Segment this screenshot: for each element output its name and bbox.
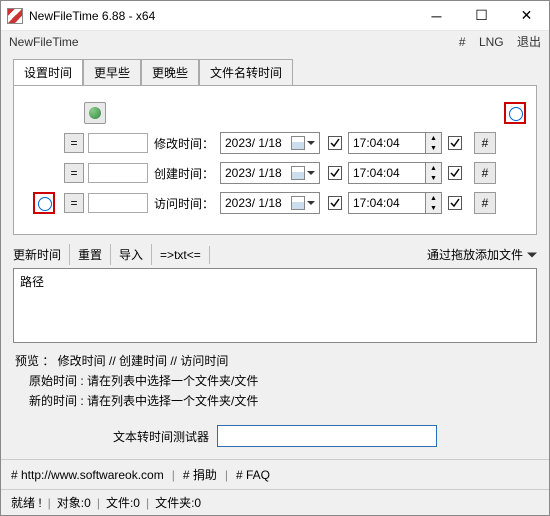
menubar: NewFileTime # LNG 退出: [1, 31, 549, 52]
close-button[interactable]: ✕: [504, 1, 549, 31]
time-spinner-modify[interactable]: ▲▼: [426, 132, 442, 154]
menu-lng[interactable]: LNG: [479, 35, 504, 49]
menu-exit[interactable]: 退出: [517, 35, 541, 49]
chevron-down-icon[interactable]: [307, 169, 315, 177]
row-modify: = 修改时间： 2023/ 1/18 17:04:04 ▲▼ #: [24, 130, 526, 156]
status-objects: 对象:0: [57, 494, 91, 511]
link-faq[interactable]: # FAQ: [236, 468, 270, 482]
date-input-access[interactable]: 2023/ 1/18: [220, 192, 320, 214]
checkbox-create-date[interactable]: [328, 166, 342, 180]
chevron-down-icon[interactable]: [307, 139, 315, 147]
titlebar[interactable]: NewFileTime 6.88 - x64 ─ ☐ ✕: [1, 1, 549, 31]
time-input-modify[interactable]: 17:04:04: [348, 132, 426, 154]
btn-update-time[interactable]: 更新时间: [13, 244, 70, 265]
eq-button-access[interactable]: =: [64, 193, 84, 213]
time-spinner-access[interactable]: ▲▼: [426, 192, 442, 214]
menu-hash[interactable]: #: [459, 35, 466, 49]
checkbox-modify-time[interactable]: [448, 136, 462, 150]
eq-button-modify[interactable]: =: [64, 133, 84, 153]
date-input-create[interactable]: 2023/ 1/18: [220, 162, 320, 184]
time-spinner-create[interactable]: ▲▼: [426, 162, 442, 184]
time-input-access[interactable]: 17:04:04: [348, 192, 426, 214]
calendar-icon: [291, 196, 305, 210]
tab-later[interactable]: 更晚些: [141, 59, 199, 86]
label-create: 创建时间：: [154, 165, 214, 182]
preview-block: 预览 ： 修改时间 // 创建时间 // 访问时间 原始时间 : 请在列表中选择…: [1, 345, 549, 417]
checkbox-access-time[interactable]: [448, 196, 462, 210]
clock-icon[interactable]: [33, 192, 55, 214]
tab-earlier[interactable]: 更早些: [83, 59, 141, 86]
time-input-create[interactable]: 17:04:04: [348, 162, 426, 184]
offset-input-access[interactable]: [88, 193, 148, 213]
globe-icon[interactable]: [84, 102, 106, 124]
hash-button-create[interactable]: #: [474, 162, 496, 184]
toolbar: 更新时间 重置 导入 =>txt<= 通过拖放添加文件: [1, 243, 549, 266]
btn-txt[interactable]: =>txt<=: [152, 246, 210, 264]
orig-time-label: 原始时间 :: [29, 374, 84, 388]
date-input-modify[interactable]: 2023/ 1/18: [220, 132, 320, 154]
tabstrip: 设置时间 更早些 更晚些 文件名转时间: [1, 52, 549, 85]
calendar-icon: [291, 136, 305, 150]
clock-icon[interactable]: [504, 102, 526, 124]
minimize-button[interactable]: ─: [414, 1, 459, 31]
checkbox-modify-date[interactable]: [328, 136, 342, 150]
tab-panel: = 修改时间： 2023/ 1/18 17:04:04 ▲▼ # = 创建时间：…: [13, 85, 537, 235]
drop-add-files[interactable]: 通过拖放添加文件: [427, 246, 537, 263]
offset-input-modify[interactable]: [88, 133, 148, 153]
offset-input-create[interactable]: [88, 163, 148, 183]
status-folders: 文件夹:0: [155, 494, 201, 511]
app-icon: [7, 8, 23, 24]
file-list[interactable]: 路径: [13, 268, 537, 343]
tab-set-time[interactable]: 设置时间: [13, 59, 83, 86]
checkbox-access-date[interactable]: [328, 196, 342, 210]
app-name-label[interactable]: NewFileTime: [9, 35, 79, 49]
checkbox-create-time[interactable]: [448, 166, 462, 180]
tester-input[interactable]: [217, 425, 437, 447]
orig-time-value: 请在列表中选择一个文件夹/文件: [87, 374, 258, 388]
status-ready: 就绪 !: [11, 494, 42, 511]
hash-button-access[interactable]: #: [474, 192, 496, 214]
link-homepage[interactable]: # http://www.softwareok.com: [11, 468, 164, 482]
chevron-down-icon[interactable]: [307, 199, 315, 207]
row-access: = 访问时间： 2023/ 1/18 17:04:04 ▲▼ #: [24, 190, 526, 216]
label-access: 访问时间：: [154, 195, 214, 212]
app-window: NewFileTime 6.88 - x64 ─ ☐ ✕ NewFileTime…: [0, 0, 550, 516]
new-time-value: 请在列表中选择一个文件夹/文件: [87, 394, 258, 408]
tester-label: 文本转时间测试器: [113, 428, 209, 445]
tab-filename-to-time[interactable]: 文件名转时间: [199, 59, 293, 86]
btn-reset[interactable]: 重置: [70, 244, 111, 265]
window-title: NewFileTime 6.88 - x64: [29, 9, 414, 23]
column-header-path[interactable]: 路径: [20, 273, 530, 290]
btn-import[interactable]: 导入: [111, 244, 152, 265]
eq-button-create[interactable]: =: [64, 163, 84, 183]
label-modify: 修改时间：: [154, 135, 214, 152]
row-create: = 创建时间： 2023/ 1/18 17:04:04 ▲▼ #: [24, 160, 526, 186]
link-donate[interactable]: # 捐助: [183, 466, 217, 483]
maximize-button[interactable]: ☐: [459, 1, 504, 31]
statusbar: 就绪 !| 对象:0| 文件:0| 文件夹:0: [1, 489, 549, 515]
hash-button-modify[interactable]: #: [474, 132, 496, 154]
preview-header: 预览 ： 修改时间 // 创建时间 // 访问时间: [15, 351, 535, 371]
calendar-icon: [291, 166, 305, 180]
footer-links: # http://www.softwareok.com| # 捐助| # FAQ: [1, 459, 549, 489]
new-time-label: 新的时间 :: [29, 394, 84, 408]
status-files: 文件:0: [106, 494, 140, 511]
tester-row: 文本转时间测试器: [1, 417, 549, 459]
